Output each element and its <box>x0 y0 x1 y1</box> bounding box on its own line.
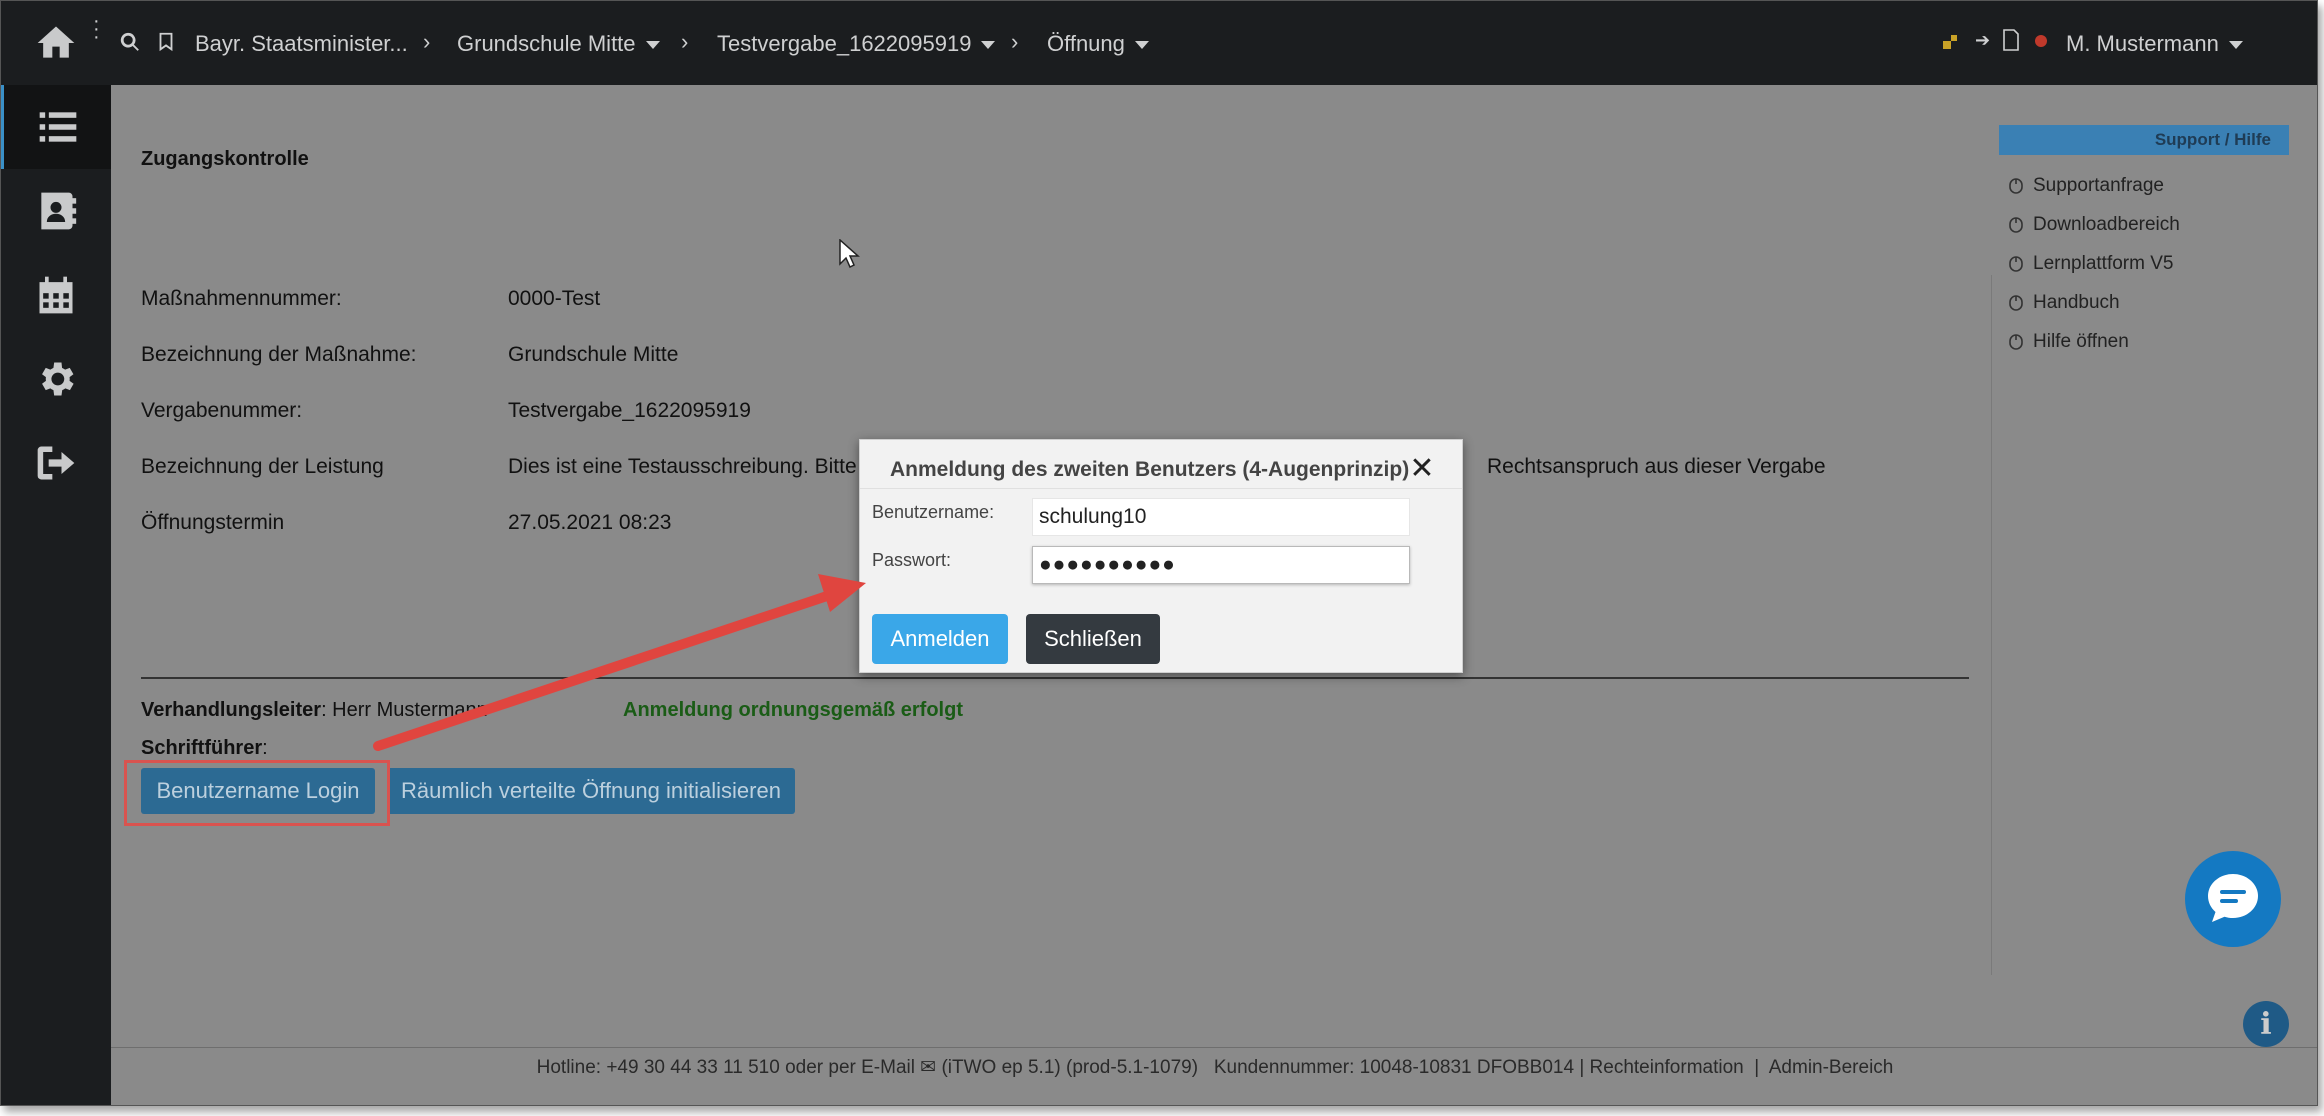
mouse-icon <box>2009 295 2023 311</box>
arrow-right-icon: ➔ <box>1975 30 1991 50</box>
breadcrumb-oeffnung-label: Öffnung <box>1047 31 1125 56</box>
user-name: M. Mustermann <box>2066 31 2219 56</box>
password-label: Passwort: <box>872 550 952 570</box>
mouse-icon <box>2009 334 2023 350</box>
list-button[interactable] <box>1 85 111 169</box>
chat-button[interactable] <box>2185 851 2281 947</box>
success-message: Anmeldung ordnungsgemäß erfolgt <box>623 699 963 721</box>
bookmark-button[interactable] <box>155 31 177 53</box>
breadcrumb-ministry[interactable]: Bayr. Staatsminister... <box>195 31 408 57</box>
search-button[interactable] <box>119 31 141 53</box>
calendar-icon <box>39 276 73 314</box>
breadcrumb-school[interactable]: Grundschule Mitte <box>457 31 660 57</box>
help-item-handbuch[interactable]: Handbuch <box>2009 292 2120 314</box>
info-icon[interactable]: i <box>2243 1001 2289 1047</box>
mouse-icon <box>2009 217 2023 233</box>
help-item-label: Hilfe öffnen <box>2033 331 2129 352</box>
footer: Hotline: +49 30 44 33 11 510 oder per E-… <box>111 1047 2317 1105</box>
status-dot <box>2035 35 2047 47</box>
verhandlungsleiter-value: : Herr Mustermann <box>321 699 488 721</box>
breadcrumb-chevron-icon: › <box>423 29 431 54</box>
dialog-separator <box>860 488 1462 489</box>
field-label: Öffnungstermin <box>141 511 285 534</box>
field-value: 0000-Test <box>508 287 601 310</box>
footer-version: (iTWO ep 5.1) (prod-5.1-1079) <box>941 1057 1199 1078</box>
footer-customer[interactable]: Kundennummer: 10048-10831 DFOBB014 | Rec… <box>1214 1057 1744 1078</box>
field-value: Grundschule Mitte <box>508 343 679 366</box>
schriftfuehrer-value: : <box>262 737 268 759</box>
help-item-lernplattform[interactable]: Lernplattform V5 <box>2009 253 2173 275</box>
address-book-icon <box>41 192 77 230</box>
app-window: · · · Bayr. Staatsminister... › Grundschul… <box>0 0 2318 1106</box>
logout-button[interactable] <box>1 421 111 505</box>
help-header: Support / Hilfe <box>1999 125 2289 155</box>
schriftfuehrer: Schriftführer: <box>141 737 268 760</box>
gear-icon <box>42 362 74 396</box>
top-bar: · · · Bayr. Staatsminister... › Grundschul… <box>93 1 2317 85</box>
help-item-label: Downloadbereich <box>2033 214 2180 235</box>
field-label: Bezeichnung der Maßnahme: <box>141 343 417 366</box>
caret-down-icon <box>2228 41 2243 50</box>
verhandlungsleiter: Verhandlungsleiter: Herr Mustermann <box>141 699 488 722</box>
close-icon[interactable]: ✕ <box>1406 452 1438 485</box>
footer-admin-link[interactable]: Admin-Bereich <box>1769 1057 1894 1078</box>
settings-button[interactable] <box>1 337 111 421</box>
field-label: Bezeichnung der Leistung <box>141 455 384 478</box>
help-item-label: Supportanfrage <box>2033 175 2164 196</box>
breadcrumb-oeffnung[interactable]: Öffnung <box>1047 31 1149 57</box>
envelope-icon[interactable]: ✉ <box>920 1057 936 1078</box>
footer-hotline: Hotline: +49 30 44 33 11 510 oder per E-… <box>536 1057 915 1078</box>
contacts-button[interactable] <box>1 169 111 253</box>
search-icon <box>120 32 139 51</box>
annotation-highlight-box <box>124 760 390 826</box>
section-divider <box>141 677 1969 679</box>
breadcrumb-chevron-icon: › <box>681 29 689 54</box>
verhandlungsleiter-label: Verhandlungsleiter <box>141 699 322 721</box>
distributed-opening-button[interactable]: Räumlich verteilte Öffnung initialisiere… <box>387 768 795 814</box>
breadcrumb-chevron-icon: › <box>1011 29 1019 54</box>
username-label: Benutzername: <box>872 502 995 522</box>
field-value: Testvergabe_1622095919 <box>508 399 751 422</box>
caret-down-icon <box>981 41 996 50</box>
breadcrumb-vergabe[interactable]: Testvergabe_1622095919 <box>717 31 996 57</box>
help-item-hilfe-oeffnen[interactable]: Hilfe öffnen <box>2009 331 2129 353</box>
help-item-downloadbereich[interactable]: Downloadbereich <box>2009 214 2180 236</box>
second-user-login-dialog: Anmeldung des zweiten Benutzers (4-Augen… <box>859 439 1463 673</box>
sign-out-icon <box>37 446 75 480</box>
home-icon <box>37 26 75 58</box>
document-icon[interactable] <box>2003 29 2019 51</box>
mouse-icon <box>2009 256 2023 272</box>
caret-down-icon <box>1134 41 1149 50</box>
close-button[interactable]: Schließen <box>1026 614 1160 664</box>
field-label: Vergabenummer: <box>141 399 303 422</box>
help-item-label: Handbuch <box>2033 292 2120 313</box>
list-icon <box>39 112 76 142</box>
help-divider <box>1991 275 1992 975</box>
username-input[interactable] <box>1032 498 1410 536</box>
field-value-tail: Rechtsanspruch aus dieser Vergabe <box>1487 455 1826 478</box>
mouse-icon <box>2009 178 2023 194</box>
user-menu[interactable]: M. Mustermann <box>2066 31 2243 57</box>
password-input[interactable]: ●●●●●●●●●● <box>1032 546 1410 584</box>
breadcrumb-school-label: Grundschule Mitte <box>457 31 636 56</box>
chat-bubble-icon <box>2208 874 2258 922</box>
page-title: Zugangskontrolle <box>141 148 309 170</box>
help-item-supportanfrage[interactable]: Supportanfrage <box>2009 175 2164 197</box>
field-value: Dies ist eine Testausschreibung. Bitte <box>508 455 857 478</box>
login-button[interactable]: Anmelden <box>872 614 1008 664</box>
dialog-title: Anmeldung des zweiten Benutzers (4-Augen… <box>890 458 1410 481</box>
mouse-cursor-icon <box>839 239 860 269</box>
notification-icon[interactable] <box>1943 31 1957 49</box>
breadcrumb-vergabe-label: Testvergabe_1622095919 <box>717 31 972 56</box>
field-value: 27.05.2021 08:23 <box>508 511 672 534</box>
schriftfuehrer-label: Schriftführer <box>141 737 263 759</box>
calendar-button[interactable] <box>1 253 111 337</box>
field-label: Maßnahmennummer: <box>141 287 342 310</box>
side-rail <box>1 1 111 1105</box>
caret-down-icon <box>645 41 660 50</box>
help-item-label: Lernplattform V5 <box>2033 253 2174 274</box>
menu-dots-icon[interactable]: · · · <box>93 11 100 47</box>
bookmark-icon <box>159 32 173 52</box>
